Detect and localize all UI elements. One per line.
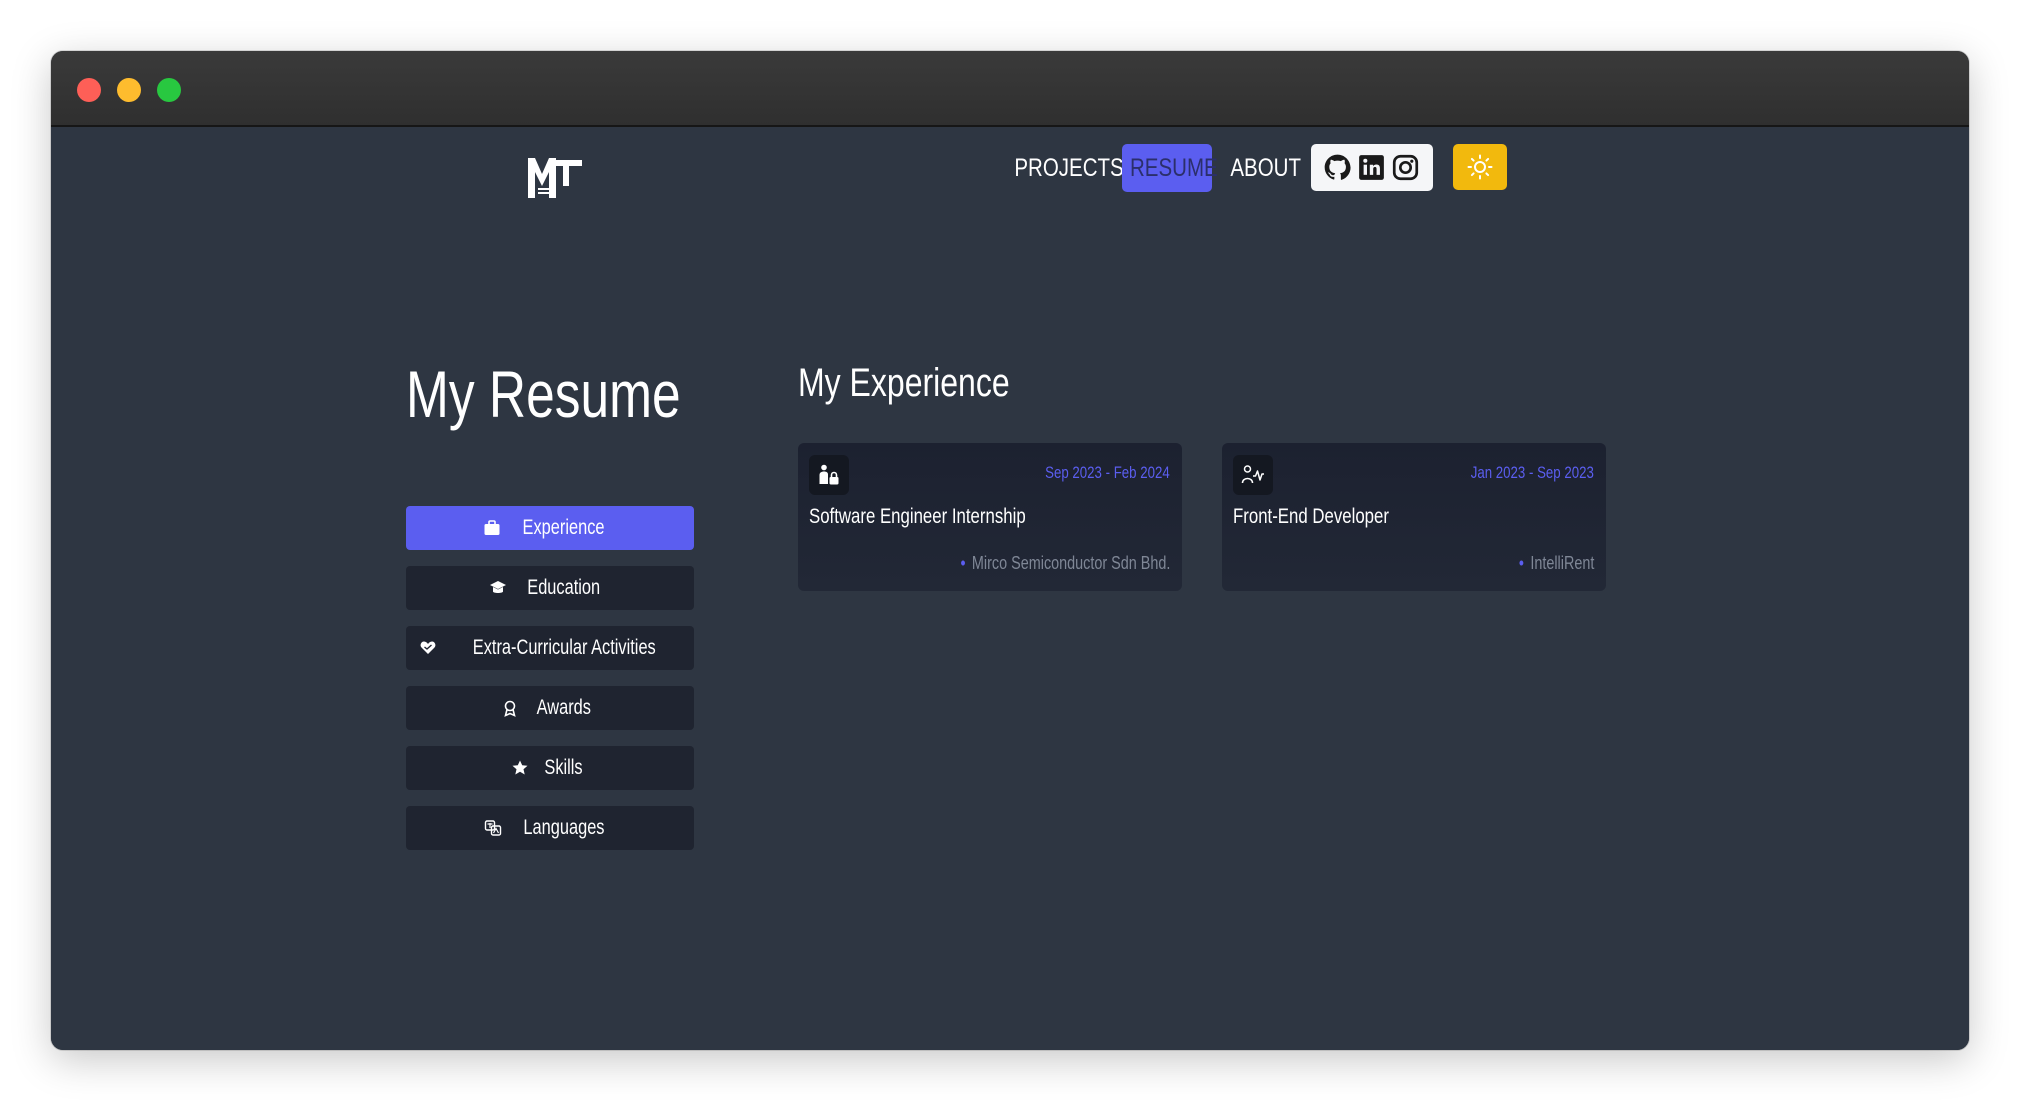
section-languages-button[interactable]: Languages [406,806,694,850]
nav-about-link[interactable]: ABOUT [1223,144,1308,192]
section-experience-label: Experience [523,516,605,539]
experience-company-name: Mirco Semiconductor Sdn Bhd. [971,553,1171,573]
experience-role: Front-End Developer [1233,505,1389,528]
languages-icon [484,820,502,836]
card-icon-box [809,455,849,495]
github-icon[interactable] [1324,154,1351,181]
experience-date: Sep 2023 - Feb 2024 [1045,463,1170,482]
experience-card[interactable]: Jan 2023 - Sep 2023 Front-End Developer … [1222,443,1606,591]
linkedin-icon[interactable] [1358,154,1385,181]
theme-toggle-button[interactable] [1453,144,1507,190]
section-education-button[interactable]: Education [406,566,694,610]
nav-resume-label: RESUME [1130,154,1218,182]
star-icon [512,760,528,775]
section-languages-label: Languages [523,816,605,839]
person-lock-icon [819,464,839,485]
experience-role: Software Engineer Internship [809,505,1026,528]
instagram-icon[interactable] [1392,154,1419,181]
page-title: My Resume [406,357,681,431]
nav-projects-link[interactable]: PROJECTS [1007,144,1131,192]
social-links [1311,144,1433,191]
section-skills-label: Skills [544,756,584,779]
award-icon [504,700,516,717]
experience-company: • Mirco Semiconductor Sdn Bhd. [960,553,1170,574]
experience-heading: My Experience [798,361,1010,405]
card-icon-box [1233,455,1273,495]
section-awards-button[interactable]: Awards [406,686,694,730]
section-awards-label: Awards [536,696,592,719]
experience-company: • IntelliRent [1519,553,1594,574]
experience-date: Jan 2023 - Sep 2023 [1470,463,1594,482]
bullet-dot: • [960,553,966,573]
close-window-button[interactable] [77,78,101,102]
site-logo[interactable] [526,154,586,200]
minimize-window-button[interactable] [117,78,141,102]
browser-window: PROJECTS RESUME ABOUT My Resume Experien… [51,51,1969,1050]
section-extracurricular-button[interactable]: Extra-Curricular Activities [406,626,694,670]
section-skills-button[interactable]: Skills [406,746,694,790]
bullet-dot: • [1518,553,1524,573]
hand-heart-icon [420,641,436,654]
maximize-window-button[interactable] [157,78,181,102]
briefcase-icon [484,520,500,535]
section-extracurricular-label: Extra-Curricular Activities [472,636,656,659]
page-content: PROJECTS RESUME ABOUT My Resume Experien… [51,129,1969,1050]
mt-logo-icon [528,158,582,198]
experience-card[interactable]: Sep 2023 - Feb 2024 Software Engineer In… [798,443,1182,591]
graduation-cap-icon [490,581,507,593]
section-experience-button[interactable]: Experience [406,506,694,550]
sun-icon [1467,154,1493,180]
title-bar [51,51,1969,127]
person-activity-icon [1241,465,1264,484]
experience-company-name: IntelliRent [1529,553,1594,573]
section-education-label: Education [527,576,601,599]
